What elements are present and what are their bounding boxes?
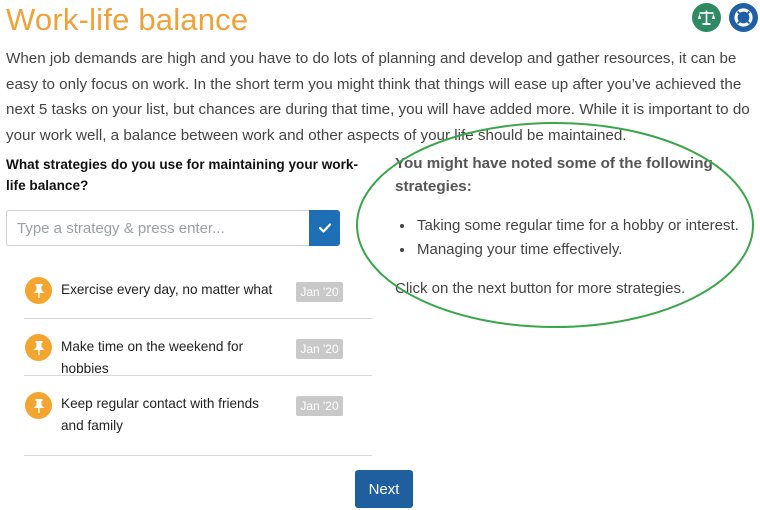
lifebuoy-icon[interactable] — [729, 3, 758, 32]
suggestion-item: Managing your time effectively. — [415, 238, 755, 262]
strategy-input-group — [6, 210, 340, 246]
suggestion-item: Taking some regular time for a hobby or … — [415, 214, 755, 238]
pushpin-icon — [25, 392, 52, 419]
intro-paragraph: When job demands are high and you have t… — [6, 50, 750, 144]
list-item: Keep regular contact with friends and fa… — [24, 376, 372, 456]
submit-strategy-button[interactable] — [309, 210, 340, 246]
checkmark-icon — [318, 223, 331, 233]
header-icons — [692, 3, 758, 32]
next-button[interactable]: Next — [355, 470, 413, 508]
list-item: Make time on the weekend for hobbies Jan… — [24, 319, 372, 376]
strategy-input[interactable] — [6, 210, 309, 246]
page-title: Work-life balance — [6, 2, 249, 37]
strategy-text: Exercise every day, no matter what — [61, 282, 273, 297]
suggestion-list: Taking some regular time for a hobby or … — [395, 214, 755, 262]
pushpin-icon — [25, 334, 52, 361]
suggested-strategies-panel: You might have noted some of the followi… — [395, 152, 755, 300]
list-item: Exercise every day, no matter what Jan '… — [24, 262, 372, 319]
pushpin-icon — [25, 277, 52, 304]
scales-icon[interactable] — [692, 3, 721, 32]
callout-heading: You might have noted some of the followi… — [395, 155, 713, 195]
date-badge: Jan '20 — [296, 282, 343, 302]
strategy-text: Make time on the weekend for hobbies — [61, 339, 244, 376]
date-badge: Jan '20 — [296, 339, 343, 359]
callout-note: Click on the next button for more strate… — [395, 280, 686, 297]
strategy-list: Exercise every day, no matter what Jan '… — [24, 262, 372, 456]
question-label: What strategies do you use for maintaini… — [6, 157, 358, 193]
date-badge: Jan '20 — [296, 396, 343, 416]
strategy-text: Keep regular contact with friends and fa… — [61, 396, 259, 433]
